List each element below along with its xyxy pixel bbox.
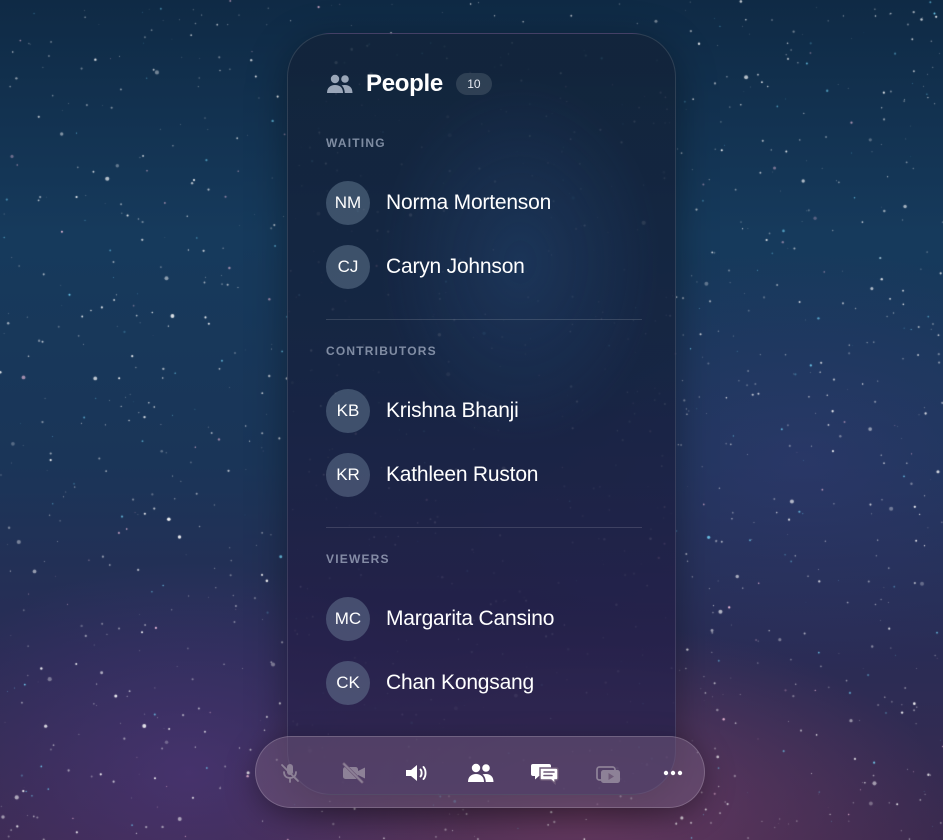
person-item[interactable]: KB Krishna Bhanji bbox=[326, 389, 642, 433]
avatar: KR bbox=[326, 453, 370, 497]
person-name: Norma Mortenson bbox=[386, 191, 552, 214]
section-contributors: CONTRIBUTORS KB Krishna Bhanji KR Kathle… bbox=[326, 343, 642, 497]
more-icon bbox=[662, 762, 684, 784]
section-divider bbox=[326, 527, 642, 528]
person-item[interactable]: CJ Caryn Johnson bbox=[326, 245, 642, 289]
section-label: CONTRIBUTORS bbox=[326, 344, 437, 358]
people-icon bbox=[326, 73, 354, 95]
call-toolbar bbox=[255, 736, 705, 808]
person-item[interactable]: KR Kathleen Ruston bbox=[326, 453, 642, 497]
person-item[interactable]: MC Margarita Cansino bbox=[326, 597, 642, 641]
person-name: Caryn Johnson bbox=[386, 255, 525, 278]
avatar: KB bbox=[326, 389, 370, 433]
avatar: CJ bbox=[326, 245, 370, 289]
video-off-icon bbox=[341, 762, 367, 784]
people-panel: People 10 WAITING NM Norma Mortenson CJ … bbox=[287, 33, 676, 795]
person-item[interactable]: NM Norma Mortenson bbox=[326, 181, 642, 225]
avatar: MC bbox=[326, 597, 370, 641]
panel-header: People 10 bbox=[326, 69, 492, 99]
camera-button[interactable] bbox=[336, 755, 372, 791]
person-name: Kathleen Ruston bbox=[386, 463, 539, 486]
section-label: WAITING bbox=[326, 136, 386, 150]
microphone-off-icon bbox=[279, 762, 301, 784]
mute-button[interactable] bbox=[272, 755, 308, 791]
person-name: Krishna Bhanji bbox=[386, 399, 519, 422]
avatar: NM bbox=[326, 181, 370, 225]
people-count-badge: 10 bbox=[455, 73, 492, 95]
person-name: Chan Kongsang bbox=[386, 671, 535, 694]
people-button[interactable] bbox=[463, 755, 499, 791]
chat-button[interactable] bbox=[527, 755, 563, 791]
section-viewers: VIEWERS MC Margarita Cansino CK Chan Kon… bbox=[326, 551, 642, 705]
panel-title: People bbox=[366, 70, 443, 97]
section-label: VIEWERS bbox=[326, 552, 390, 566]
share-screen-button[interactable] bbox=[591, 755, 627, 791]
person-name: Margarita Cansino bbox=[386, 607, 555, 630]
section-divider bbox=[326, 319, 642, 320]
people-icon bbox=[467, 762, 495, 784]
more-button[interactable] bbox=[655, 755, 691, 791]
speaker-button[interactable] bbox=[399, 755, 435, 791]
share-screen-icon bbox=[595, 762, 623, 784]
avatar: CK bbox=[326, 661, 370, 705]
person-item[interactable]: CK Chan Kongsang bbox=[326, 661, 642, 705]
section-waiting: WAITING NM Norma Mortenson CJ Caryn John… bbox=[326, 135, 642, 289]
chat-icon bbox=[530, 761, 560, 785]
speaker-icon bbox=[403, 762, 431, 784]
